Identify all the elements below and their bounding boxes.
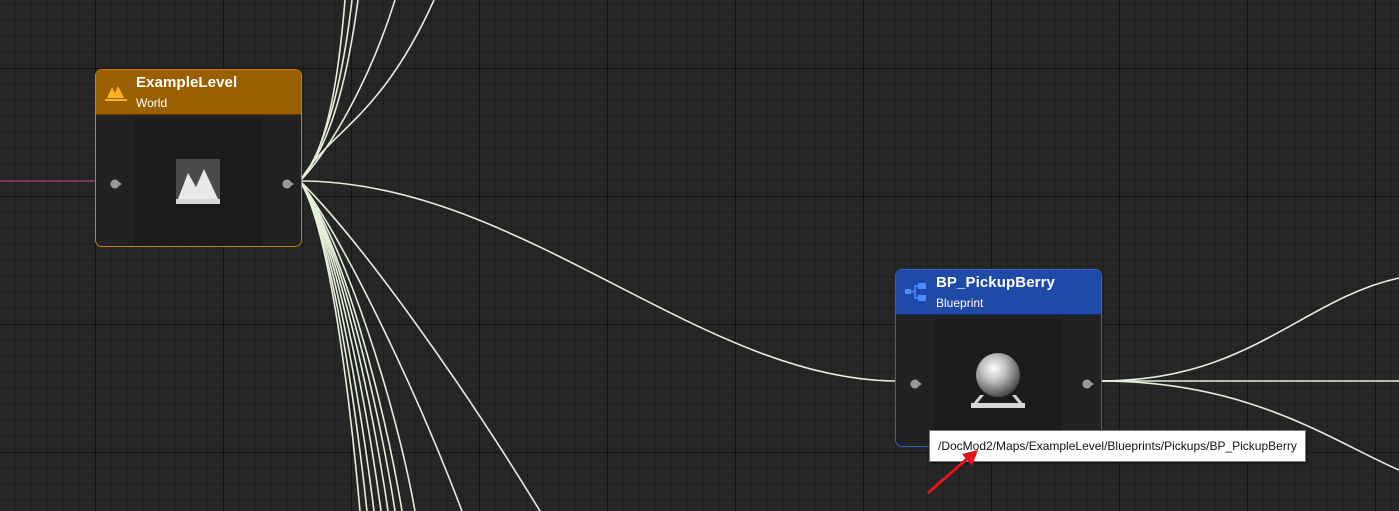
blueprint-node-subtitle: Blueprint [936,296,984,310]
world-node-header: ExampleLevel World [96,70,301,115]
blueprint-output-pin[interactable] [1082,377,1094,389]
wire [299,180,361,511]
blueprint-node[interactable]: BP_PickupBerry Blueprint [895,269,1102,447]
world-node-title: ExampleLevel [136,74,238,91]
blueprint-input-pin[interactable] [910,377,922,389]
world-node-body [96,115,301,246]
world-input-pin[interactable] [110,177,122,189]
blueprint-node-body [896,315,1101,446]
wire [299,180,897,382]
blueprint-thumbnail [934,319,1062,446]
world-level-icon [104,81,128,103]
world-node[interactable]: ExampleLevel World [95,69,302,247]
blueprint-icon [904,281,928,303]
world-node-subtitle: World [136,96,168,110]
wire [1099,277,1399,382]
wire [299,0,359,182]
blueprint-node-header: BP_PickupBerry Blueprint [896,270,1101,315]
annotation-arrow-icon [927,450,978,495]
wire [299,0,353,182]
level-thumbnail-icon [176,159,220,204]
sphere-thumbnail-icon [971,353,1025,408]
wire [299,180,375,511]
wire [299,180,416,511]
world-output-pin[interactable] [282,177,294,189]
world-thumbnail [134,119,262,246]
blueprint-node-title: BP_PickupBerry [936,274,1055,291]
wire [299,0,435,182]
